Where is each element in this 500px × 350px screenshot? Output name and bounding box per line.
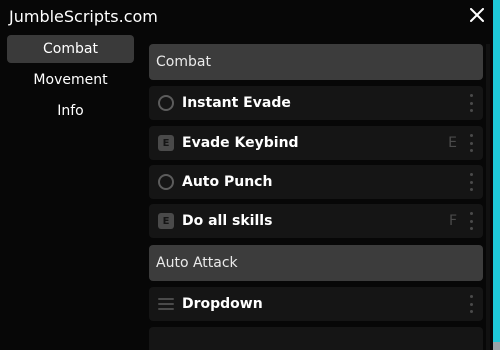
close-button[interactable] (467, 5, 487, 25)
more-vertical-icon[interactable] (468, 134, 474, 152)
dropdown-label: Dropdown (182, 296, 263, 312)
keybind-label: Evade Keybind (182, 135, 299, 151)
toggle-label: Instant Evade (182, 95, 291, 111)
keybind-value[interactable]: F (449, 212, 457, 230)
title-bar: JumbleScripts.com (0, 0, 493, 34)
keybind-icon: E (158, 213, 174, 229)
sidebar-item-info[interactable]: Info (7, 97, 134, 125)
circle-toggle-icon[interactable] (158, 174, 174, 190)
circle-toggle-icon[interactable] (158, 95, 174, 111)
more-vertical-icon[interactable] (468, 173, 474, 191)
sidebar-item-label: Movement (33, 72, 108, 88)
sidebar-item-label: Info (57, 103, 84, 119)
keybind-value[interactable]: E (448, 134, 457, 152)
sidebar-item-label: Combat (43, 41, 98, 57)
scrollbar[interactable] (486, 44, 490, 350)
keybind-icon: E (158, 135, 174, 151)
close-icon (470, 8, 484, 22)
section-title: Auto Attack (156, 255, 238, 271)
sidebar-item-combat[interactable]: Combat (7, 35, 134, 63)
sidebar-item-movement[interactable]: Movement (7, 66, 134, 94)
more-vertical-icon[interactable] (468, 94, 474, 112)
more-vertical-icon[interactable] (468, 295, 474, 313)
dropdown-row[interactable]: Dropdown (149, 287, 483, 321)
toggle-label: Auto Punch (182, 174, 273, 190)
keybind-label: Do all skills (182, 213, 273, 229)
section-title: Combat (156, 54, 211, 70)
toggle-auto-punch[interactable]: Auto Punch (149, 165, 483, 199)
section-header-combat: Combat (149, 44, 483, 80)
toggle-instant-evade[interactable]: Instant Evade (149, 86, 483, 120)
keybind-evade[interactable]: E Evade Keybind E (149, 126, 483, 160)
keybind-do-all-skills[interactable]: E Do all skills F (149, 204, 483, 238)
section-header-auto-attack: Auto Attack (149, 245, 483, 281)
partial-row (149, 327, 483, 350)
script-window: JumbleScripts.com Combat Movement Info C… (0, 0, 493, 350)
more-vertical-icon[interactable] (468, 212, 474, 230)
content-panel: Combat Instant Evade E Evade Keybind E A… (149, 44, 483, 350)
window-title: JumbleScripts.com (9, 7, 158, 26)
list-icon (158, 296, 174, 312)
